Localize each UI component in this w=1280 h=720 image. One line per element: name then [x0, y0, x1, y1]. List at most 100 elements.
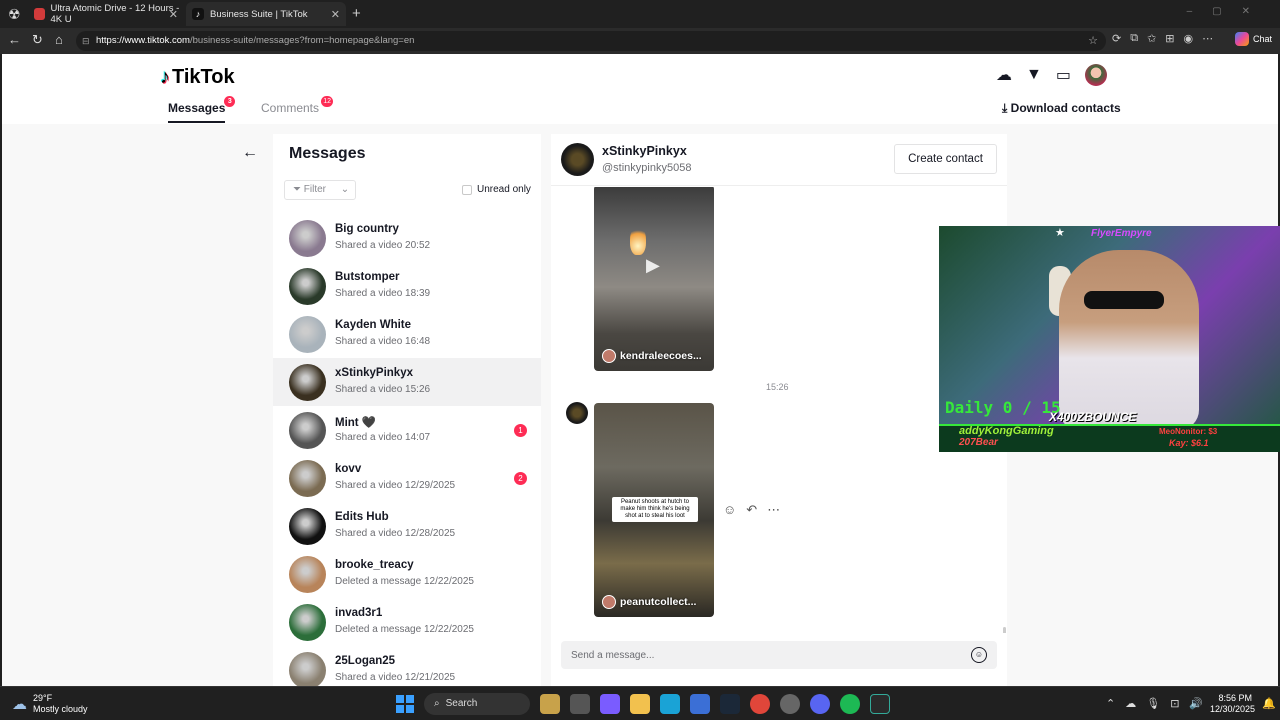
conversation-item[interactable]: kovv Shared a video 12/29/2025 2	[273, 454, 541, 502]
edge-icon[interactable]	[660, 694, 680, 714]
conversation-preview: Shared a video 15:26	[335, 384, 431, 395]
favorites-icon[interactable]: ✩	[1147, 32, 1156, 45]
conversation-item[interactable]: Kayden White Shared a video 16:48	[273, 310, 541, 358]
back-arrow-icon[interactable]: ←	[242, 144, 258, 162]
close-tab-icon[interactable]: ✕	[331, 8, 340, 21]
reload-icon[interactable]: ↻	[32, 32, 43, 48]
play-icon[interactable]: ▶	[646, 255, 660, 276]
chat-scrollbar[interactable]	[1003, 627, 1006, 633]
filter-label: Filter	[303, 184, 327, 195]
ticker-subscriber: 207Bear	[959, 437, 998, 448]
react-icon[interactable]: ☺	[723, 502, 736, 518]
profile-icon[interactable]: ◉	[1184, 32, 1194, 45]
discord-icon[interactable]	[810, 694, 830, 714]
video-author: peanutcollect...	[602, 595, 696, 609]
file-explorer-icon[interactable]	[630, 694, 650, 714]
conversation-item[interactable]: brooke_treacy Deleted a message 12/22/202…	[273, 550, 541, 598]
microphone-icon[interactable]: 🎙	[1146, 697, 1160, 710]
favorite-star-icon[interactable]: ☆	[1088, 31, 1098, 51]
conversation-item[interactable]: Mint 🖤 Shared a video 14:07 1	[273, 406, 541, 454]
shared-video-card[interactable]: Peanut shoots at hutch to make him think…	[594, 403, 714, 617]
sender-avatar[interactable]	[566, 402, 588, 424]
conversation-name: 25Logan25	[335, 655, 396, 667]
address-bar[interactable]: ⊟ https://www.tiktok.com/business-suite/…	[76, 31, 1106, 51]
conversation-avatar	[289, 412, 326, 449]
conversation-item[interactable]: Edits Hub Shared a video 12/28/2025	[273, 502, 541, 550]
url-path: /business-suite/messages?from=homepage&l…	[189, 35, 415, 46]
browser-app-icon[interactable]: ☢	[8, 6, 28, 24]
home-icon[interactable]: ⌂	[55, 32, 63, 47]
refresh-extension-icon[interactable]: ⟳	[1112, 32, 1121, 45]
send-icon[interactable]: ▼	[1026, 66, 1042, 84]
more-menu-icon[interactable]: ⋯	[1202, 32, 1213, 45]
store-icon[interactable]	[690, 694, 710, 714]
terminal-icon[interactable]	[870, 694, 890, 714]
chrome-icon[interactable]	[750, 694, 770, 714]
window-controls[interactable]: –▢✕	[1187, 6, 1270, 17]
create-contact-button[interactable]: Create contact	[894, 144, 997, 174]
reply-icon[interactable]: ↶	[746, 502, 757, 518]
spotify-icon[interactable]	[840, 694, 860, 714]
tab-messages[interactable]: Messages 3	[168, 96, 236, 123]
conversation-list: Big country Shared a video 20:52 Butstompe…	[273, 214, 541, 686]
task-view-icon[interactable]	[570, 694, 590, 714]
tiktok-logo[interactable]: ♪ TikTok	[160, 66, 235, 89]
more-options-icon[interactable]: ⋯	[767, 502, 780, 518]
volume-icon[interactable]: 🔊	[1189, 697, 1203, 710]
temperature: 29°F	[33, 693, 53, 703]
notification-bell-icon[interactable]: 🔔	[1262, 697, 1276, 710]
obs-icon[interactable]	[780, 694, 800, 714]
inbox-icon[interactable]: ▭	[1056, 65, 1071, 85]
extensions-icon[interactable]: ⧉	[1130, 32, 1138, 45]
chat-header: xStinkyPinkyx @stinkypinky5058 Create co…	[551, 134, 1007, 186]
conversation-name: Kayden White	[335, 319, 412, 331]
conversation-item[interactable]: 25Logan25 Shared a video 12/21/2025	[273, 646, 541, 686]
conversation-item[interactable]: Big country Shared a video 20:52	[273, 214, 541, 262]
conversation-avatar	[289, 556, 326, 593]
steam-icon[interactable]	[720, 694, 740, 714]
conversation-item[interactable]: xStinkyPinkyx Shared a video 15:26	[273, 358, 541, 406]
tab-comments[interactable]: Comments 12	[261, 96, 334, 115]
conversation-avatar	[289, 508, 326, 545]
download-contacts-button[interactable]: ⤓ Download contacts	[1002, 101, 1121, 116]
emoji-icon[interactable]: ☺	[971, 647, 987, 663]
show-hidden-icons-icon[interactable]: ⌃	[1106, 697, 1115, 710]
widgets-icon[interactable]	[540, 694, 560, 714]
weather-widget[interactable]: ☁ 29°F Mostly cloudy	[12, 693, 88, 715]
conversation-item[interactable]: Butstomper Shared a video 18:39	[273, 262, 541, 310]
network-icon[interactable]: ⊡	[1170, 697, 1179, 710]
chat-contact-name[interactable]: xStinkyPinkyx	[602, 144, 687, 158]
unread-only-checkbox[interactable]	[462, 184, 472, 195]
unread-count-badge: 1	[514, 424, 527, 437]
close-tab-icon[interactable]: ✕	[169, 8, 178, 21]
onedrive-icon[interactable]: ☁	[1125, 697, 1136, 710]
conversation-item[interactable]: invad3r1 Deleted a message 12/22/2025	[273, 598, 541, 646]
shared-video-card[interactable]: ▶ kendraleecoes...	[594, 187, 714, 371]
search-label: Search	[445, 698, 478, 709]
conversation-name: Mint 🖤	[335, 417, 377, 429]
clock[interactable]: 8:56 PM 12/30/2025	[1210, 693, 1255, 715]
collections-icon[interactable]: ⊞	[1165, 32, 1174, 45]
chat-avatar[interactable]	[561, 143, 594, 176]
filter-dropdown[interactable]: ⏷ Filter ⌄	[284, 180, 356, 200]
upload-cloud-icon[interactable]: ☁	[996, 65, 1012, 85]
message-input[interactable]	[571, 641, 961, 669]
back-icon[interactable]: ←	[8, 32, 21, 47]
copilot-chat-button[interactable]: Chat	[1234, 32, 1272, 46]
conversation-avatar	[289, 460, 326, 497]
start-button[interactable]	[396, 695, 414, 713]
taskbar-search[interactable]: ⌕ Search	[424, 693, 530, 715]
account-avatar[interactable]	[1084, 64, 1107, 86]
site-info-icon[interactable]: ⊟	[82, 31, 90, 51]
tab-ultra-atomic-drive[interactable]: Ultra Atomic Drive - 12 Hours - 4K U ✕	[34, 2, 184, 26]
unread-only-toggle[interactable]: Unread only	[462, 184, 531, 195]
copilot-app-icon[interactable]	[600, 694, 620, 714]
conversation-avatar	[289, 220, 326, 257]
conversation-preview: Shared a video 14:07	[335, 432, 431, 443]
conversation-preview: Shared a video 18:39	[335, 288, 431, 299]
video-author: kendraleecoes...	[602, 349, 702, 363]
new-tab-button[interactable]: +	[352, 5, 361, 22]
stream-webcam-overlay: ★ FlyerEmpyre Daily 0 / 15 X400ZBOUNCE a…	[939, 226, 1280, 452]
tab-business-suite[interactable]: ♪ Business Suite | TikTok ✕	[186, 2, 346, 26]
tiktok-favicon-icon: ♪	[192, 8, 204, 20]
